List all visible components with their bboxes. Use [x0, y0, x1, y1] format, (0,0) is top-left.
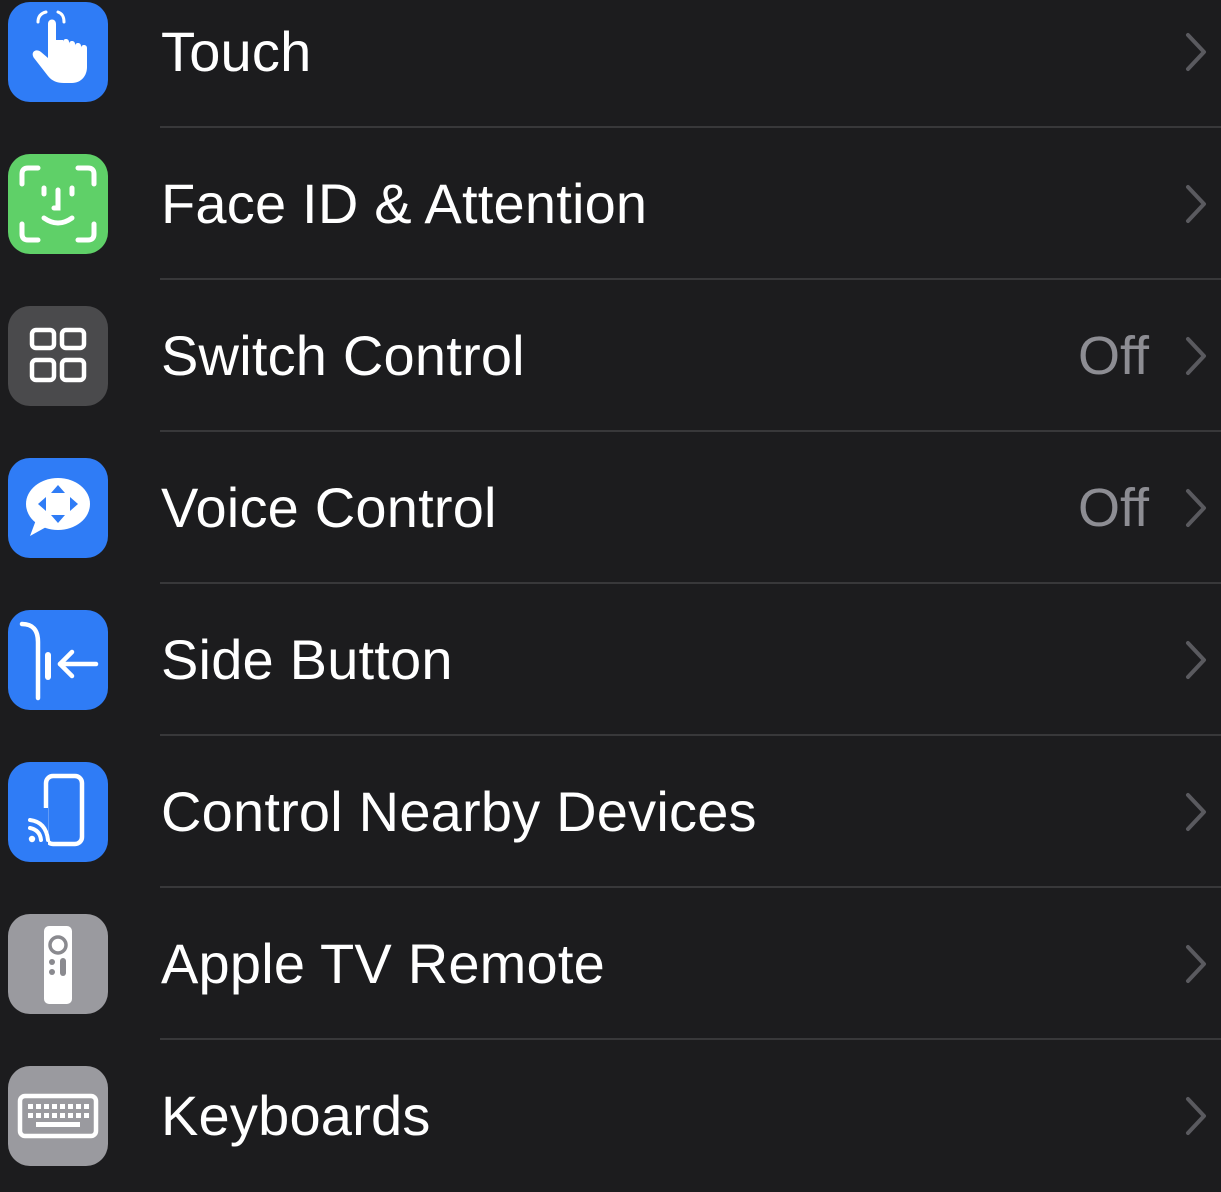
row-voice-control[interactable]: Voice Control Off	[0, 432, 1221, 584]
row-label: Side Button	[161, 628, 453, 691]
side-button-icon	[8, 610, 108, 710]
keyboard-icon	[8, 1066, 108, 1166]
row-label: Switch Control	[161, 324, 525, 387]
row-control-nearby-devices[interactable]: Control Nearby Devices	[0, 736, 1221, 888]
row-value: Off	[1077, 478, 1149, 538]
chevron-right-icon	[1186, 945, 1206, 983]
chevron-right-icon	[1186, 337, 1206, 375]
row-switch-control[interactable]: Switch Control Off	[0, 280, 1221, 432]
chevron-right-icon	[1186, 1097, 1206, 1135]
row-value: Off	[1077, 326, 1149, 386]
chevron-right-icon	[1186, 641, 1206, 679]
row-label: Control Nearby Devices	[161, 780, 757, 843]
row-label: Voice Control	[161, 476, 497, 539]
row-touch[interactable]: Touch	[0, 0, 1221, 128]
accessibility-settings-list: Touch Face ID & Attention Switch Control…	[0, 0, 1221, 1192]
row-apple-tv-remote[interactable]: Apple TV Remote	[0, 888, 1221, 1040]
row-keyboards[interactable]: Keyboards	[0, 1040, 1221, 1192]
row-face-id-attention[interactable]: Face ID & Attention	[0, 128, 1221, 280]
chevron-right-icon	[1186, 185, 1206, 223]
tv-remote-icon	[8, 914, 108, 1014]
grid-squares-icon	[8, 306, 108, 406]
hand-pointer-icon	[8, 2, 108, 102]
row-label: Face ID & Attention	[161, 172, 648, 235]
face-id-icon	[8, 154, 108, 254]
row-label: Apple TV Remote	[161, 932, 605, 995]
chevron-right-icon	[1186, 489, 1206, 527]
chevron-right-icon	[1186, 33, 1206, 71]
row-side-button[interactable]: Side Button	[0, 584, 1221, 736]
row-label: Touch	[161, 20, 312, 83]
chevron-right-icon	[1186, 793, 1206, 831]
voice-control-icon	[8, 458, 108, 558]
row-label: Keyboards	[161, 1084, 431, 1147]
nearby-devices-icon	[8, 762, 108, 862]
